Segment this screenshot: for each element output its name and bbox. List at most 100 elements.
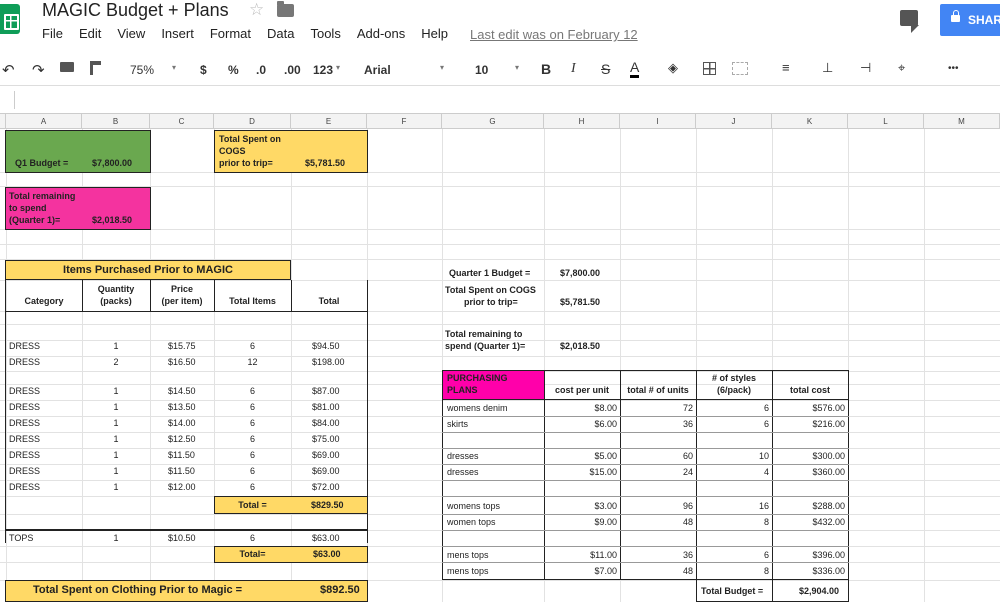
menu-edit[interactable]: Edit (79, 26, 101, 41)
text-wrap-icon[interactable]: ⊣ (860, 60, 871, 76)
column-header-k[interactable]: K (772, 114, 848, 129)
column-header-g[interactable]: G (442, 114, 544, 129)
folder-icon[interactable] (277, 1, 294, 17)
header-total-cost: total cost (789, 385, 830, 395)
sheets-logo-icon[interactable] (0, 4, 20, 34)
fill-color-icon[interactable]: ◈ (668, 60, 678, 76)
formula-bar[interactable] (0, 87, 1000, 114)
table-row-category: DRESS (9, 386, 41, 396)
number-format-dropdown-icon[interactable]: ▾ (336, 63, 340, 72)
plans-row-line (442, 464, 849, 465)
more-icon[interactable]: ••• (948, 63, 959, 74)
dress-total-value: $829.50 (311, 500, 344, 510)
table-row-qty: 1 (113, 482, 119, 492)
font-size-dropdown-icon[interactable]: ▾ (515, 63, 519, 72)
table-row-category: DRESS (9, 434, 41, 444)
bold-button[interactable]: B (541, 61, 551, 77)
column-header-j[interactable]: J (696, 114, 772, 129)
menu-help[interactable]: Help (421, 26, 448, 41)
header-price-1: Price (170, 284, 194, 294)
table-row-total: $198.00 (312, 357, 345, 367)
redo-icon[interactable]: ↷ (32, 61, 45, 79)
italic-button[interactable]: I (571, 61, 576, 77)
list-item-total: $216.00 (812, 419, 845, 429)
list-item-units: 96 (682, 501, 693, 511)
comments-icon[interactable] (900, 10, 919, 33)
menu-addons[interactable]: Add-ons (357, 26, 405, 41)
table-row-qty: 1 (113, 466, 119, 476)
formula-divider (14, 91, 15, 109)
list-item-units: 48 (682, 517, 693, 527)
header-quantity-2: (packs) (100, 296, 132, 306)
column-header-m[interactable]: M (924, 114, 1000, 129)
font-size-select[interactable]: 10 (475, 63, 488, 77)
list-item-total: $432.00 (812, 517, 845, 527)
remaining-label-3: (Quarter 1)= (9, 215, 61, 225)
number-format[interactable]: 123 (313, 63, 333, 77)
merge-cells-icon[interactable] (732, 62, 748, 75)
print-icon[interactable] (60, 62, 74, 72)
borders-icon[interactable] (703, 62, 716, 75)
right-remaining-label-2: spend (Quarter 1)= (445, 341, 526, 351)
table-row-qty: 1 (113, 434, 119, 444)
sheet-grid[interactable]: Q1 Budget = $7,800.00 Total Spent on COG… (0, 129, 1000, 602)
column-header-f[interactable]: F (367, 114, 442, 129)
lock-icon (951, 10, 960, 22)
column-header-e[interactable]: E (291, 114, 367, 129)
table-row-total: $87.00 (312, 386, 340, 396)
column-header-b[interactable]: B (82, 114, 150, 129)
align-icon[interactable]: ≡ (782, 60, 790, 75)
zoom-select[interactable]: 75% (130, 63, 154, 77)
last-edit-link[interactable]: Last edit was on February 12 (470, 27, 638, 42)
plans-row-line (442, 448, 849, 449)
table-row-qty: 1 (113, 386, 119, 396)
column-header-a[interactable]: A (6, 114, 82, 129)
menu-insert[interactable]: Insert (161, 26, 194, 41)
column-header-l[interactable]: L (848, 114, 924, 129)
column-header-i[interactable]: I (620, 114, 696, 129)
list-item-name: mens tops (447, 550, 489, 560)
font-select[interactable]: Arial (364, 63, 391, 77)
strikethrough-button[interactable]: S (601, 61, 610, 77)
increase-decimal[interactable]: .00 (284, 63, 301, 77)
menu-data[interactable]: Data (267, 26, 294, 41)
share-button[interactable]: SHAR (940, 4, 1000, 36)
paint-format-icon[interactable] (90, 61, 101, 75)
document-title[interactable]: MAGIC Budget + Plans (42, 0, 229, 21)
right-remaining-value: $2,018.50 (560, 341, 601, 351)
q1-budget-value: $7,800.00 (92, 158, 133, 168)
text-rotation-icon[interactable]: ⌖ (898, 60, 905, 76)
currency-format[interactable]: $ (200, 63, 207, 77)
column-header-d[interactable]: D (214, 114, 291, 129)
decrease-decimal[interactable]: .0 (256, 63, 266, 77)
plans-row-line (442, 496, 849, 497)
tops-qty: 1 (113, 533, 119, 543)
list-item-styles: 16 (758, 501, 769, 511)
remaining-value: $2,018.50 (92, 215, 133, 225)
font-dropdown-icon[interactable]: ▾ (440, 63, 444, 72)
undo-icon[interactable]: ↶ (2, 61, 15, 79)
cogs-value: $5,781.50 (305, 158, 346, 168)
menu-view[interactable]: View (117, 26, 145, 41)
percent-format[interactable]: % (228, 63, 239, 77)
list-item-units: 60 (682, 451, 693, 461)
menu-file[interactable]: File (42, 26, 63, 41)
list-item-name: mens tops (447, 566, 489, 576)
menu-tools[interactable]: Tools (310, 26, 340, 41)
menu-format[interactable]: Format (210, 26, 251, 41)
plans-row-line (442, 546, 849, 547)
table-row-qty: 1 (113, 402, 119, 412)
table-row-qty: 1 (113, 341, 119, 351)
cogs-label-2: COGS (219, 146, 246, 156)
star-icon[interactable]: ☆ (249, 0, 264, 20)
table-row-price: $12.00 (168, 482, 196, 492)
tops-price: $10.50 (168, 533, 196, 543)
text-color-button[interactable]: A (630, 59, 640, 78)
list-item-styles: 8 (763, 517, 769, 527)
table-row-price: $11.50 (168, 466, 195, 476)
column-header-c[interactable]: C (150, 114, 214, 129)
vertical-align-icon[interactable]: ⊥ (822, 60, 833, 76)
column-header-h[interactable]: H (544, 114, 620, 129)
zoom-dropdown-icon[interactable]: ▾ (172, 63, 176, 72)
list-item-styles: 4 (763, 467, 769, 477)
